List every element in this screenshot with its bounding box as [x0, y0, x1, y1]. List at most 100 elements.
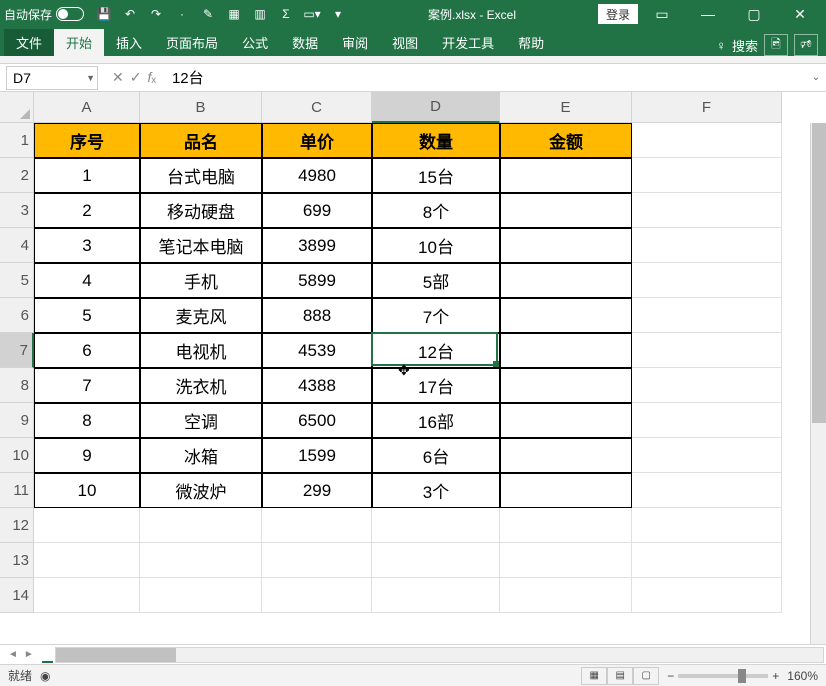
- row-header[interactable]: 13: [0, 543, 34, 578]
- cell[interactable]: 4539: [262, 333, 372, 368]
- name-box[interactable]: D7 ▼: [6, 66, 98, 90]
- cell[interactable]: 1599: [262, 438, 372, 473]
- sheet-nav-next-icon[interactable]: ►: [24, 649, 34, 660]
- cell[interactable]: [500, 508, 632, 543]
- row-header[interactable]: 2: [0, 158, 34, 193]
- cell[interactable]: 单价: [262, 123, 372, 158]
- cell[interactable]: 17台: [372, 368, 500, 403]
- row-header[interactable]: 1: [0, 123, 34, 158]
- col-header-A[interactable]: A: [34, 92, 140, 123]
- cell[interactable]: 空调: [140, 403, 262, 438]
- grid-icon[interactable]: ▦: [226, 6, 242, 22]
- col-header-E[interactable]: E: [500, 92, 632, 123]
- cell[interactable]: [632, 403, 782, 438]
- cell[interactable]: [372, 578, 500, 613]
- col-header-D[interactable]: D: [372, 92, 500, 123]
- close-icon[interactable]: ✕: [778, 0, 822, 28]
- view-layout-icon[interactable]: ▤: [607, 667, 633, 685]
- toggle-icon[interactable]: [56, 7, 84, 21]
- cell[interactable]: [500, 368, 632, 403]
- cell[interactable]: [500, 543, 632, 578]
- cell[interactable]: 麦克风: [140, 298, 262, 333]
- ribbon-collapsed[interactable]: [0, 56, 826, 64]
- tellme-input[interactable]: 搜索: [732, 36, 758, 55]
- horizontal-scrollbar[interactable]: [55, 647, 824, 663]
- cell[interactable]: 5: [34, 298, 140, 333]
- row-header[interactable]: 3: [0, 193, 34, 228]
- tab-review[interactable]: 审阅: [330, 29, 380, 56]
- cell[interactable]: 序号: [34, 123, 140, 158]
- row-header[interactable]: 10: [0, 438, 34, 473]
- maximize-icon[interactable]: ▢: [732, 0, 776, 28]
- zoom-in-icon[interactable]: +: [772, 669, 779, 683]
- cell[interactable]: [262, 578, 372, 613]
- cell[interactable]: 微波炉: [140, 473, 262, 508]
- cell[interactable]: [632, 368, 782, 403]
- cell[interactable]: [372, 543, 500, 578]
- row-header[interactable]: 4: [0, 228, 34, 263]
- brush-icon[interactable]: ✎: [200, 6, 216, 22]
- tab-help[interactable]: 帮助: [506, 29, 556, 56]
- cell[interactable]: 1: [34, 158, 140, 193]
- cell[interactable]: [262, 543, 372, 578]
- col-header-B[interactable]: B: [140, 92, 262, 123]
- cell[interactable]: [500, 403, 632, 438]
- view-break-icon[interactable]: ▢: [633, 667, 659, 685]
- grid2-icon[interactable]: ▥: [252, 6, 268, 22]
- cell[interactable]: 8: [34, 403, 140, 438]
- paste-icon[interactable]: ▭▾: [304, 6, 320, 22]
- cell[interactable]: 数量: [372, 123, 500, 158]
- cell[interactable]: 12台: [372, 333, 500, 368]
- cell[interactable]: 699: [262, 193, 372, 228]
- cell[interactable]: [632, 228, 782, 263]
- row-header[interactable]: 8: [0, 368, 34, 403]
- enter-icon[interactable]: ✓: [130, 69, 142, 86]
- cell[interactable]: 移动硬盘: [140, 193, 262, 228]
- row-header[interactable]: 9: [0, 403, 34, 438]
- cell[interactable]: 3个: [372, 473, 500, 508]
- slider-track[interactable]: [678, 674, 768, 678]
- cancel-icon[interactable]: ✕: [112, 69, 124, 86]
- minimize-icon[interactable]: —: [686, 0, 730, 28]
- cell[interactable]: 笔记本电脑: [140, 228, 262, 263]
- cell[interactable]: [500, 228, 632, 263]
- row-header[interactable]: 11: [0, 473, 34, 508]
- cell[interactable]: [632, 193, 782, 228]
- cell[interactable]: [500, 193, 632, 228]
- cell[interactable]: [34, 543, 140, 578]
- tab-view[interactable]: 视图: [380, 29, 430, 56]
- cell[interactable]: [632, 298, 782, 333]
- cell[interactable]: 4388: [262, 368, 372, 403]
- tab-formulas[interactable]: 公式: [230, 29, 280, 56]
- cell[interactable]: [500, 473, 632, 508]
- cell[interactable]: 7: [34, 368, 140, 403]
- row-header[interactable]: 12: [0, 508, 34, 543]
- cell[interactable]: [632, 158, 782, 193]
- cell[interactable]: [632, 508, 782, 543]
- cell[interactable]: [140, 578, 262, 613]
- cell[interactable]: 299: [262, 473, 372, 508]
- cell[interactable]: 9: [34, 438, 140, 473]
- cell[interactable]: 电视机: [140, 333, 262, 368]
- hscroll-thumb[interactable]: [56, 648, 176, 662]
- cell[interactable]: 3: [34, 228, 140, 263]
- col-header-F[interactable]: F: [632, 92, 782, 123]
- tab-home[interactable]: 开始: [54, 29, 104, 56]
- cell[interactable]: 6500: [262, 403, 372, 438]
- scrollbar-thumb[interactable]: [812, 123, 826, 423]
- cell[interactable]: [34, 578, 140, 613]
- expand-fbar-icon[interactable]: ⌄: [806, 72, 826, 83]
- cells-grid[interactable]: 序号品名单价数量金额1台式电脑498015台2移动硬盘6998个3笔记本电脑38…: [34, 123, 810, 644]
- autosave-toggle[interactable]: 自动保存: [4, 6, 84, 23]
- tab-layout[interactable]: 页面布局: [154, 29, 230, 56]
- redo-icon[interactable]: ↷: [148, 6, 164, 22]
- cell[interactable]: [632, 438, 782, 473]
- cell[interactable]: 品名: [140, 123, 262, 158]
- cell[interactable]: 888: [262, 298, 372, 333]
- cell[interactable]: 台式电脑: [140, 158, 262, 193]
- cell[interactable]: 冰箱: [140, 438, 262, 473]
- sum-icon[interactable]: Σ: [278, 6, 294, 22]
- macro-record-icon[interactable]: ◉: [40, 669, 50, 683]
- zoom-slider[interactable]: − +: [667, 669, 779, 683]
- view-normal-icon[interactable]: ▦: [581, 667, 607, 685]
